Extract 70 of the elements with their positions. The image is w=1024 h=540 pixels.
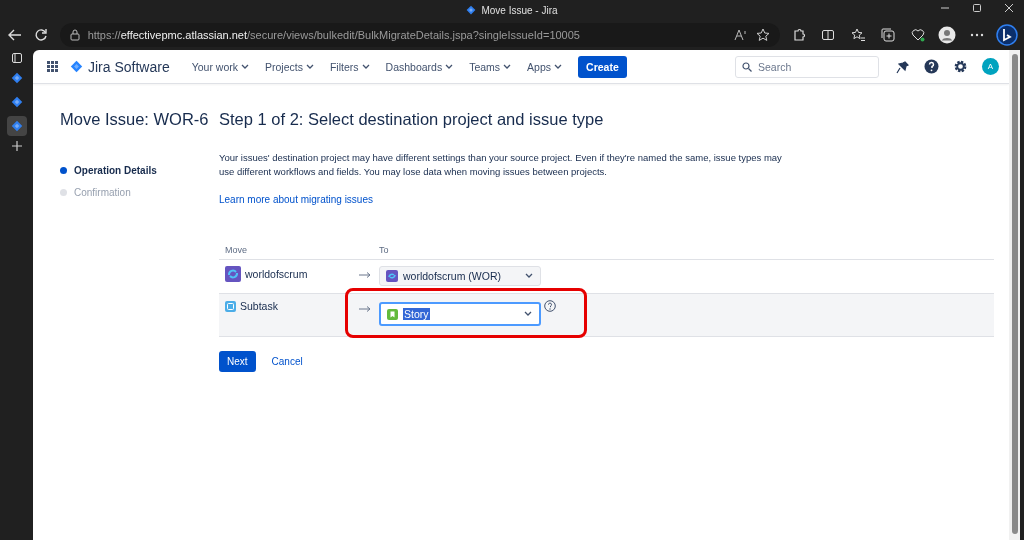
nav-menu[interactable]: Filters (323, 60, 376, 73)
chevron-down-icon (525, 273, 533, 279)
browser-tab[interactable] (6, 116, 27, 136)
arrow-icon (359, 306, 371, 312)
create-button[interactable]: Create (578, 55, 627, 78)
nav-menu[interactable]: Your work (185, 60, 255, 73)
wizard-step: Confirmation (60, 181, 219, 203)
next-button[interactable]: Next (219, 351, 256, 372)
favorites-icon[interactable] (851, 28, 866, 42)
window-title: Move Issue - Jira (481, 4, 558, 16)
search-field[interactable]: Search (735, 55, 879, 78)
jira-logo-icon (10, 120, 23, 132)
copilot-icon[interactable] (996, 24, 1018, 46)
refresh-icon[interactable] (33, 28, 48, 42)
split-screen-icon[interactable] (821, 28, 836, 42)
back-icon[interactable] (8, 29, 22, 41)
search-icon (742, 61, 752, 72)
nav-menu[interactable]: Projects (259, 60, 320, 73)
project-select[interactable]: worldofscrum (WOR) (379, 266, 541, 286)
chevron-down-icon (524, 311, 532, 317)
nav-menu[interactable]: Teams (463, 60, 518, 73)
extensions-icon[interactable] (791, 28, 806, 42)
notification-icon[interactable] (896, 59, 910, 74)
tab-actions-icon[interactable] (10, 52, 23, 64)
chevron-down-icon (305, 63, 314, 70)
table-cell: Subtask (240, 300, 278, 312)
profile-avatar-icon[interactable] (938, 26, 957, 44)
app-grid-icon[interactable] (47, 61, 58, 72)
settings-icon[interactable] (953, 59, 968, 74)
description-text: Your issues' destination project may have different settings than your source project. Even if they're named the same, issue types may use different workflows and fields. You may lose data when moving issues between projects. (219, 151, 783, 179)
table-cell: worldofscrum (245, 268, 308, 280)
scrollbar[interactable] (1009, 50, 1020, 540)
new-tab-icon[interactable] (10, 140, 23, 152)
project-avatar-icon (386, 270, 398, 282)
close-icon[interactable] (1004, 3, 1014, 13)
column-header: To (379, 245, 389, 257)
chevron-down-icon (241, 63, 249, 70)
maximize-icon[interactable] (972, 3, 982, 13)
step-heading: Step 1 of 2: Select destination project and issue type (219, 110, 605, 129)
address-bar[interactable]: https://effectivepmc.atlassian.net/secure/views/bulkedit/BulkMigrateDetails.jspa?singleIssueId=10005 (59, 23, 780, 47)
more-icon[interactable] (970, 33, 985, 37)
lock-icon (69, 29, 80, 41)
arrow-icon (359, 272, 371, 278)
heart-pulse-icon[interactable] (910, 28, 925, 42)
help-icon[interactable] (924, 59, 939, 74)
subtask-icon (225, 300, 236, 312)
issue-type-select[interactable]: Story (379, 302, 541, 326)
help-link[interactable]: Learn more about migrating issues (219, 194, 373, 205)
chevron-down-icon (503, 63, 512, 70)
chevron-down-icon (445, 63, 454, 70)
jira-logo-icon (10, 96, 23, 108)
collections-icon[interactable] (880, 28, 895, 42)
project-avatar-icon (225, 266, 241, 282)
chevron-down-icon (554, 63, 563, 70)
column-header: Move (225, 245, 248, 257)
page-title: Move Issue: WOR-6 (60, 110, 210, 129)
url-text: https://effectivepmc.atlassian.net/secure/views/bulkedit/BulkMigrateDetails.jspa?singleIssueId=10005 (87, 29, 581, 41)
help-icon[interactable] (544, 300, 556, 312)
jira-logo-icon (466, 5, 477, 15)
jira-logo-icon (70, 60, 83, 73)
wizard-step: Operation Details (60, 159, 219, 181)
cancel-link[interactable]: Cancel (265, 355, 309, 368)
nav-menu[interactable]: Apps (521, 60, 569, 73)
story-icon (387, 308, 398, 320)
nav-menu[interactable]: Dashboards (379, 60, 460, 73)
read-aloud-icon[interactable] (733, 29, 748, 41)
product-name[interactable]: Jira Software (88, 58, 170, 75)
chevron-down-icon (361, 63, 370, 70)
star-icon[interactable] (755, 28, 770, 42)
jira-logo-icon (10, 72, 23, 84)
